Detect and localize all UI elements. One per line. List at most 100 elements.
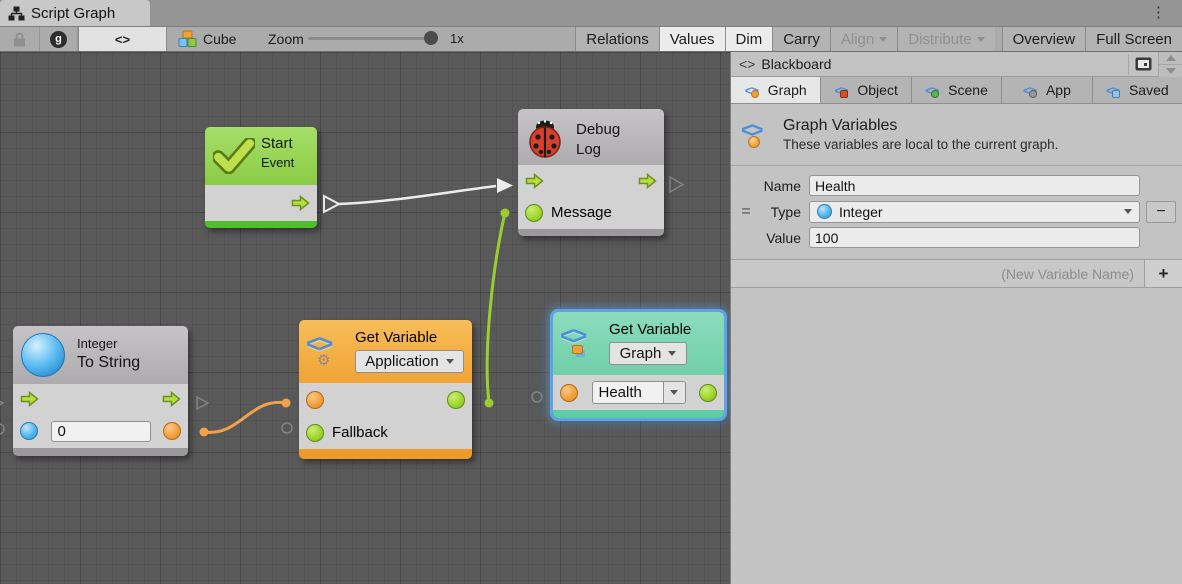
name-input-port[interactable] — [306, 391, 324, 409]
spin-up-button[interactable] — [1159, 52, 1182, 64]
fallback-input-port[interactable] — [306, 424, 324, 442]
integer-value-input[interactable] — [51, 421, 151, 442]
scope-dropdown[interactable]: Graph — [609, 342, 687, 365]
graph-canvas[interactable]: Start Event Deb — [0, 52, 730, 584]
get-variable-icon: <> — [560, 321, 600, 361]
distribute-button[interactable]: Distribute — [897, 27, 994, 51]
string-output-port[interactable] — [163, 422, 181, 440]
panel-dock-icon — [1135, 57, 1152, 71]
wire-endpoint — [485, 399, 494, 408]
zoom-slider[interactable] — [308, 30, 438, 46]
name-label: Name — [761, 178, 809, 194]
tab-title: Script Graph — [31, 5, 115, 22]
value-output-port[interactable] — [699, 384, 717, 402]
lock-button[interactable] — [0, 27, 40, 51]
graph-variables-section: <> Graph Variables These variables are l… — [731, 104, 1182, 166]
application-scope-badge-icon: ⚙ — [317, 351, 330, 369]
variable-value-row: Value — [731, 226, 1182, 249]
ladybug-icon — [526, 118, 564, 160]
flow-in-arrow — [497, 178, 513, 193]
value-output-port[interactable] — [447, 391, 465, 409]
overflow-menu-icon[interactable]: ⋮ — [1151, 2, 1166, 24]
node-title: Get Variable — [355, 329, 437, 346]
zoom-label: Zoom — [268, 31, 304, 47]
relations-button[interactable]: Relations — [575, 27, 659, 51]
checkmark-icon — [213, 138, 255, 174]
node-integer-to-string[interactable]: Integer To String — [13, 326, 188, 456]
chevron-down-icon — [668, 351, 676, 356]
tab-object[interactable]: <> Object — [821, 77, 911, 103]
node-start-event[interactable]: Start Event — [205, 127, 317, 228]
code-view-toggle[interactable]: <> — [78, 27, 167, 51]
variable-value-input[interactable] — [809, 227, 1140, 248]
full-screen-button[interactable]: Full Screen — [1085, 27, 1182, 51]
node-title: Get Variable — [609, 321, 691, 338]
section-subtitle: These variables are local to the current… — [783, 136, 1058, 154]
variable-combo[interactable]: Health — [592, 381, 686, 404]
section-title: Graph Variables — [783, 115, 1058, 136]
flow-output-port[interactable] — [162, 391, 181, 407]
flow-output-port[interactable] — [638, 173, 657, 189]
zoom-slider-track — [308, 37, 438, 40]
flow-wire — [339, 186, 496, 204]
name-input-port[interactable] — [560, 384, 578, 402]
lock-icon — [13, 32, 26, 47]
tab-script-graph[interactable]: Script Graph — [0, 0, 150, 26]
flow-output-port[interactable] — [291, 195, 310, 211]
tab-app[interactable]: <> App — [1002, 77, 1092, 103]
node-title: Integer — [77, 335, 140, 353]
variable-scope-tabs: <> Graph <> Object <> Scene <> App <> Sa… — [731, 77, 1182, 104]
variable-name-input[interactable] — [809, 175, 1140, 196]
tab-graph[interactable]: <> Graph — [731, 77, 821, 103]
graph-scope-badge-icon — [572, 345, 583, 354]
chevron-down-icon — [446, 359, 454, 364]
zoom-slider-handle[interactable] — [424, 31, 438, 45]
graph-variables-icon: <> — [741, 119, 771, 151]
target-name: Cube — [203, 31, 236, 47]
cube-icon — [177, 30, 197, 48]
chevron-down-icon — [977, 37, 985, 42]
flow-input-port[interactable] — [20, 391, 39, 407]
phantom-flow-marker — [0, 397, 3, 409]
add-variable-button[interactable]: + — [1144, 260, 1182, 287]
tab-scene[interactable]: <> Scene — [912, 77, 1002, 103]
flow-out-marker — [324, 196, 339, 212]
app-variables-icon: <> — [1023, 82, 1041, 98]
value-label: Value — [761, 230, 809, 246]
new-variable-name-input[interactable]: (New Variable Name) — [731, 260, 1144, 287]
overview-button[interactable]: Overview — [1002, 27, 1086, 51]
message-input-port[interactable] — [525, 204, 543, 222]
dim-button[interactable]: Dim — [725, 27, 773, 51]
carry-button[interactable]: Carry — [772, 27, 830, 51]
graph-badge-button[interactable]: g — [40, 27, 78, 51]
toolbar-buttons: Relations Values Dim Carry Align Distrib… — [575, 27, 1182, 51]
node-get-variable-graph[interactable]: <> Get Variable Graph Health — [553, 312, 724, 418]
tab-saved[interactable]: <> Saved — [1093, 77, 1182, 103]
spin-down-button[interactable] — [1159, 64, 1182, 77]
panel-spinner — [1158, 52, 1182, 77]
panel-dock-button[interactable] — [1128, 54, 1158, 75]
drag-handle[interactable]: = — [731, 203, 761, 221]
chevron-down-icon — [1124, 209, 1132, 214]
variable-editor: Name = Type Integer − Value — [731, 166, 1182, 260]
variable-type-dropdown[interactable]: Integer — [809, 201, 1140, 223]
remove-variable-button[interactable]: − — [1146, 201, 1176, 223]
graph-badge-icon: g — [50, 31, 67, 48]
code-glyph: <> — [739, 56, 755, 72]
integer-icon — [21, 333, 65, 377]
node-get-variable-application[interactable]: <> ⚙ Get Variable Application Fallback — [299, 320, 472, 459]
node-title: Debug — [576, 120, 620, 140]
zoom-value: 1x — [450, 31, 464, 46]
variable-type-row: = Type Integer − — [731, 200, 1182, 223]
node-debug-log[interactable]: Debug Log Message — [518, 109, 664, 236]
align-button[interactable]: Align — [830, 27, 897, 51]
variable-name-field[interactable]: Health — [592, 381, 664, 404]
values-button[interactable]: Values — [659, 27, 725, 51]
value-wire-orange — [204, 402, 286, 432]
variable-dropdown-button[interactable] — [664, 381, 686, 404]
wire-endpoint — [200, 428, 209, 437]
flow-input-port[interactable] — [525, 173, 544, 189]
node-subtitle: To String — [77, 353, 140, 373]
integer-input-port[interactable] — [20, 422, 38, 440]
scope-dropdown[interactable]: Application — [355, 350, 464, 373]
